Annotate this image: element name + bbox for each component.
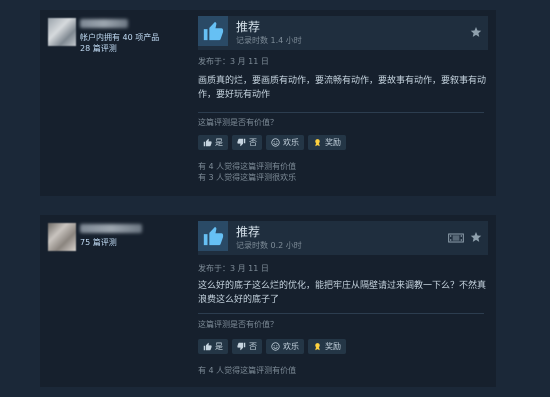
vote-no-button[interactable]: 否 bbox=[232, 135, 262, 150]
vote-funny-label: 欢乐 bbox=[283, 138, 299, 147]
thumbs-up-icon bbox=[203, 138, 212, 147]
smiley-icon bbox=[271, 342, 280, 351]
award-icon bbox=[315, 343, 320, 351]
helpful-question: 这篇评测是否有价值？ bbox=[198, 118, 278, 127]
review-count[interactable]: 28 篇评测 bbox=[80, 43, 159, 54]
review-card: 帐户内拥有 40 项产品 28 篇评测 推荐 记录时数 1.4 小时 发布于：3… bbox=[40, 10, 496, 196]
award-label: 奖励 bbox=[325, 138, 341, 147]
review-count[interactable]: 75 篇评测 bbox=[80, 237, 117, 248]
review-content: 这么好的底子这么烂的优化，能把牢庄从隔壁请过来调教一下么？不然真浪费这么好的底子… bbox=[198, 281, 487, 305]
author-name-blurred[interactable] bbox=[80, 19, 128, 28]
funny-count: 有 3 人觉得这篇评测很欢乐 bbox=[198, 173, 297, 182]
products-owned: 帐户内拥有 40 项产品 bbox=[80, 33, 160, 42]
author-name-blurred[interactable] bbox=[80, 224, 142, 233]
award-button[interactable]: 奖励 bbox=[308, 339, 346, 354]
divider bbox=[198, 112, 484, 113]
author-meta: 帐户内拥有 40 项产品 28 篇评测 bbox=[80, 32, 159, 54]
vote-yes-button[interactable]: 是 bbox=[198, 339, 228, 354]
recommendation-header[interactable]: 推荐 记录时数 0.2 小时 bbox=[198, 221, 488, 255]
award-button[interactable]: 奖励 bbox=[308, 135, 346, 150]
vote-buttons: 是 否 欢乐 奖励 bbox=[198, 339, 346, 354]
vote-yes-label: 是 bbox=[215, 342, 223, 351]
helpful-count: 有 4 人觉得这篇评测有价值 bbox=[198, 366, 297, 375]
vote-buttons: 是 否 欢乐 奖励 bbox=[198, 135, 346, 150]
thumbs-up-icon bbox=[198, 221, 228, 251]
award-label: 奖励 bbox=[325, 342, 341, 351]
review-stats: 有 4 人觉得这篇评测有价值 bbox=[198, 365, 296, 376]
recommendation-label: 推荐 bbox=[236, 20, 261, 34]
vote-funny-label: 欢乐 bbox=[283, 342, 299, 351]
vote-no-button[interactable]: 否 bbox=[232, 339, 262, 354]
helpful-question: 这篇评测是否有价值？ bbox=[198, 320, 278, 329]
vote-yes-label: 是 bbox=[215, 138, 223, 147]
thumbs-up-icon bbox=[203, 342, 212, 351]
avatar[interactable] bbox=[48, 18, 76, 46]
smiley-icon bbox=[271, 138, 280, 147]
divider bbox=[198, 313, 484, 314]
recommendation-header[interactable]: 推荐 记录时数 1.4 小时 bbox=[198, 16, 488, 50]
thumbs-up-icon bbox=[198, 16, 228, 46]
thumbs-down-icon bbox=[237, 342, 246, 351]
vote-yes-button[interactable]: 是 bbox=[198, 135, 228, 150]
posted-date: 发布于：3 月 11 日 bbox=[198, 264, 269, 273]
review-card: 75 篇评测 推荐 记录时数 0.2 小时 发布于：3 月 11 日 这么好的底… bbox=[40, 215, 496, 387]
avatar[interactable] bbox=[48, 223, 76, 251]
award-icon bbox=[315, 139, 320, 147]
vote-funny-button[interactable]: 欢乐 bbox=[266, 339, 304, 354]
star-icon[interactable] bbox=[470, 26, 482, 38]
review-stats: 有 4 人觉得这篇评测有价值 有 3 人觉得这篇评测很欢乐 bbox=[198, 161, 296, 183]
thumbs-down-icon bbox=[237, 138, 246, 147]
star-icon[interactable] bbox=[470, 231, 482, 243]
film-icon[interactable] bbox=[448, 233, 464, 243]
review-content: 画质真的烂，要画质有动作，要流畅有动作，要故事有动作，要叙事有动作，要好玩有动作 bbox=[198, 76, 487, 100]
author-meta: 75 篇评测 bbox=[80, 237, 117, 248]
helpful-count: 有 4 人觉得这篇评测有价值 bbox=[198, 162, 297, 171]
playtime-hours: 记录时数 0.2 小时 bbox=[236, 241, 302, 250]
recommendation-label: 推荐 bbox=[236, 225, 261, 239]
vote-no-label: 否 bbox=[249, 342, 257, 351]
vote-no-label: 否 bbox=[249, 138, 257, 147]
playtime-hours: 记录时数 1.4 小时 bbox=[236, 36, 302, 45]
vote-funny-button[interactable]: 欢乐 bbox=[266, 135, 304, 150]
posted-date: 发布于：3 月 11 日 bbox=[198, 57, 269, 66]
